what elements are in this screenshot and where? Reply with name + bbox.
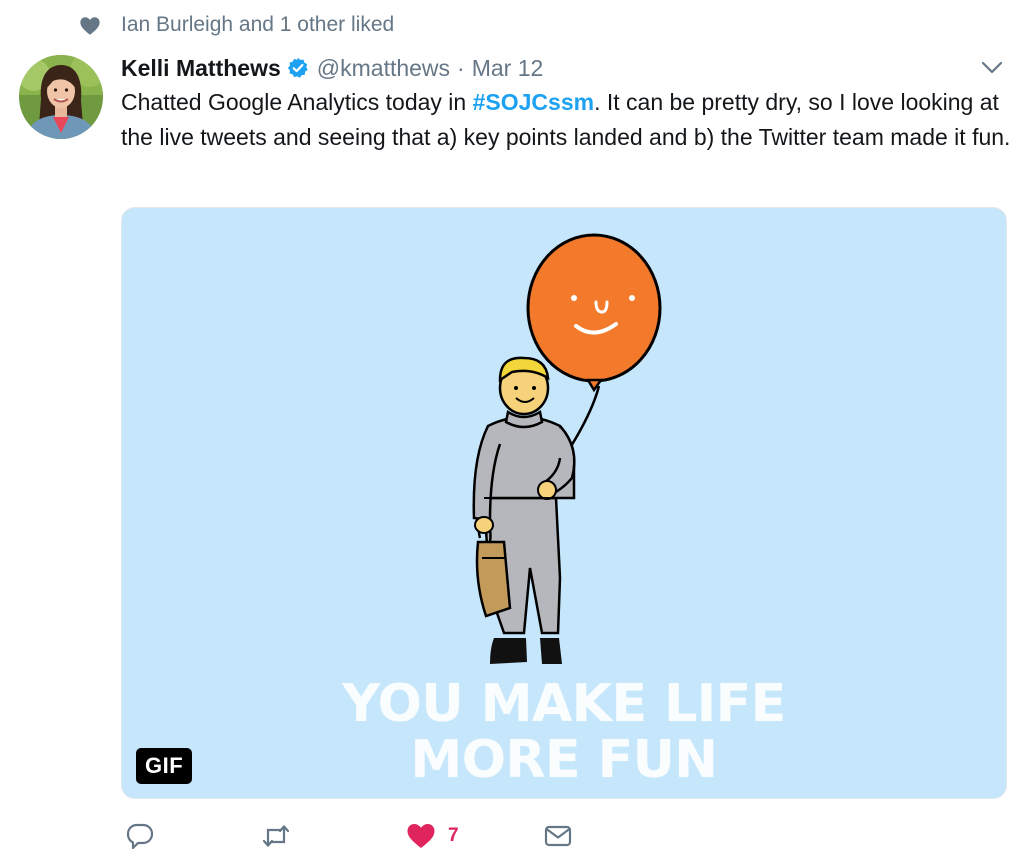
- social-context-text[interactable]: Ian Burleigh and 1 other liked: [121, 13, 394, 37]
- verified-badge-icon: [287, 57, 308, 78]
- avatar-image: [19, 55, 103, 139]
- like-button[interactable]: 7: [406, 816, 459, 856]
- envelope-icon: [544, 825, 572, 847]
- timestamp[interactable]: Mar 12: [472, 55, 544, 82]
- retweet-button[interactable]: [261, 816, 291, 856]
- gif-caption-line-1: YOU MAKE LIFE: [342, 674, 786, 734]
- author-name[interactable]: Kelli Matthews: [121, 55, 281, 82]
- retweet-icon: [262, 825, 290, 847]
- gif-badge: GIF: [136, 748, 193, 784]
- direct-message-button[interactable]: [543, 816, 573, 856]
- gif-caption-line-2: MORE FUN: [410, 730, 718, 790]
- separator-dot: ·: [457, 54, 465, 81]
- like-count: 7: [448, 825, 459, 846]
- avatar[interactable]: [19, 55, 103, 139]
- heart-icon: [80, 17, 100, 35]
- reply-icon: [126, 823, 154, 850]
- hashtag-link[interactable]: #SOJCssm: [473, 89, 594, 115]
- chevron-down-icon[interactable]: [980, 58, 1004, 78]
- tweet-header: Kelli Matthews @kmatthews · Mar 12: [121, 52, 543, 84]
- reply-button[interactable]: [125, 816, 155, 856]
- heart-icon: [407, 824, 435, 848]
- tweet-text: Chatted Google Analytics today in #SOJCs…: [121, 85, 1011, 155]
- tweet-text-part: Chatted Google Analytics today in: [121, 89, 473, 115]
- gif-media[interactable]: YOU MAKE LIFE MORE FUN GIF: [121, 207, 1007, 799]
- author-handle[interactable]: @kmatthews: [317, 55, 450, 82]
- tweet-actions: 7: [121, 816, 621, 856]
